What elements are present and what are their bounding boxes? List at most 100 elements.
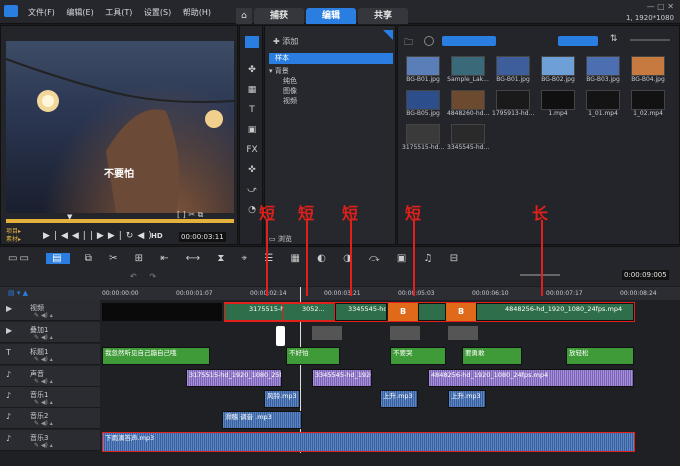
marker-icon[interactable]: ⇤ xyxy=(160,253,170,264)
track-controls[interactable]: ✎ ◀) ▴ xyxy=(34,442,53,449)
title-clip-3[interactable]: 不要哭 xyxy=(390,347,446,365)
library-item[interactable]: 3175515-hd... xyxy=(402,124,444,151)
library-thumbnail[interactable] xyxy=(406,124,440,144)
voice-clip-1[interactable]: 3175515-hd_1920_1080_25fps.m xyxy=(186,369,282,387)
score-fit-icon[interactable]: ♫ xyxy=(424,253,435,264)
menu-file[interactable]: 文件(F) xyxy=(28,7,55,18)
music1-clip-3[interactable]: 上升.mp3 xyxy=(448,390,486,408)
home-start-icon[interactable]: |◀ xyxy=(54,231,72,241)
tree-item-samples[interactable]: 样本 xyxy=(269,53,393,64)
library-item[interactable]: Sample_Lak... xyxy=(447,56,489,83)
multicam-icon[interactable]: ▦ xyxy=(291,253,302,264)
menu-edit[interactable]: 编辑(E) xyxy=(66,7,93,18)
view-toggle-buttons[interactable] xyxy=(558,36,598,46)
end-icon[interactable]: ▶| xyxy=(108,231,126,241)
library-thumbnail[interactable] xyxy=(631,56,665,76)
home-icon[interactable]: ⌂ xyxy=(236,8,252,24)
music2-clip-1[interactable]: 滑稽 调音 .mp3 xyxy=(222,411,302,429)
library-thumbnail[interactable] xyxy=(631,90,665,110)
tab-edit[interactable]: 编辑 xyxy=(306,8,356,24)
track-header[interactable]: ♪ 音乐1 ✎ ◀) ▴ xyxy=(0,387,100,408)
redo-icon[interactable]: ↷ xyxy=(149,272,156,281)
library-thumbnail[interactable] xyxy=(496,90,530,110)
filter-fx-icon[interactable]: FX xyxy=(246,140,258,160)
music3-clip-1[interactable]: 下雨滴答声.mp3 xyxy=(102,432,635,452)
title-clip-2[interactable]: 不好怕 xyxy=(286,347,340,365)
library-item[interactable]: 3345545-hd... xyxy=(447,124,489,151)
overlay-clip-marker[interactable] xyxy=(276,326,285,346)
track-controls[interactable]: ✎ ◀) ▴ xyxy=(34,312,53,319)
overlay-clip-1[interactable] xyxy=(312,326,342,340)
mode-switch[interactable]: 项目▸ 素材▸ xyxy=(6,228,21,244)
ripple-icon[interactable]: ⟷ xyxy=(186,253,202,264)
library-item[interactable]: 1.mp4 xyxy=(537,90,579,117)
menu-tools[interactable]: 工具(T) xyxy=(105,7,132,18)
split-screen-icon[interactable]: ⊟ xyxy=(450,253,460,264)
tree-item-solid[interactable]: 纯色 xyxy=(269,76,297,86)
music1-clip-1[interactable]: 风铃.mp3 xyxy=(264,390,300,408)
prev-frame-icon[interactable]: ◀| xyxy=(72,231,90,241)
track-controls[interactable]: ✎ ◀) ▴ xyxy=(34,420,53,427)
title-icon[interactable]: T xyxy=(246,100,258,120)
track-header[interactable]: ♪ 声音 ✎ ◀) ▴ xyxy=(0,366,100,387)
play-icon[interactable]: ▶ xyxy=(43,231,54,241)
record-icon[interactable] xyxy=(424,36,434,46)
library-thumbnail[interactable] xyxy=(541,56,575,76)
library-item[interactable]: BG-B05.jpg xyxy=(402,90,444,117)
library-thumbnail[interactable] xyxy=(451,124,485,144)
speed-icon[interactable]: ◔ xyxy=(246,200,258,220)
overlay-clip-2[interactable] xyxy=(390,326,420,340)
thumb-size-slider[interactable] xyxy=(630,39,670,41)
trim-markers[interactable]: [ ] ✂ ⧉ xyxy=(177,210,203,220)
color-grade-icon[interactable]: ◑ xyxy=(343,253,354,264)
path-icon[interactable]: ✜ xyxy=(246,160,258,180)
add-folder-button[interactable]: ✚ 添加 xyxy=(273,36,298,47)
library-thumbnail[interactable] xyxy=(451,90,485,110)
mask-icon[interactable]: ◐ xyxy=(317,253,328,264)
music1-clip-2[interactable]: 上升.mp3 xyxy=(380,390,418,408)
browse-button[interactable]: ▭ 浏览 xyxy=(269,234,292,244)
library-thumbnail[interactable] xyxy=(541,90,575,110)
library-thumbnail[interactable] xyxy=(406,56,440,76)
title-clip-1[interactable]: 我忽然听见自己蹦自己哦 xyxy=(102,347,210,365)
library-item[interactable]: BG-B01.jpg xyxy=(492,56,534,83)
track-header[interactable]: ♪ 音乐2 ✎ ◀) ▴ xyxy=(0,408,100,429)
tree-item-background[interactable]: ▾ 背景 xyxy=(269,66,297,76)
timeline-view-icon[interactable]: ▤ xyxy=(46,253,70,264)
menu-settings[interactable]: 设置(S) xyxy=(144,7,171,18)
media-filter-buttons[interactable] xyxy=(442,36,496,46)
mode-clip[interactable]: 素材▸ xyxy=(6,236,21,244)
mode-project[interactable]: 项目▸ xyxy=(6,228,21,236)
motion-track-icon[interactable]: ⌖ xyxy=(242,253,250,264)
library-item[interactable]: 1_01.mp4 xyxy=(582,90,624,117)
library-thumbnail[interactable] xyxy=(586,56,620,76)
group-icon[interactable]: ⊞ xyxy=(135,253,145,264)
graphic-icon[interactable]: ▣ xyxy=(246,120,258,140)
track-controls[interactable]: ✎ ◀) ▴ xyxy=(34,334,53,341)
track-header[interactable]: ▶ 叠加1 ✎ ◀) ▴ xyxy=(0,322,100,343)
title-clip-5[interactable]: 放轻松 xyxy=(566,347,634,365)
tab-share[interactable]: 共享 xyxy=(358,8,408,24)
voice-clip-3[interactable]: 4848256-hd_1920_1080_24fps.mp4 xyxy=(428,369,634,387)
library-item[interactable]: BG-B04.jpg xyxy=(627,56,669,83)
sort-icon[interactable]: ⇅ xyxy=(610,34,618,44)
video-black-clip[interactable] xyxy=(102,303,222,321)
library-thumbnail[interactable] xyxy=(451,56,485,76)
timeline-ruler[interactable]: ▤ ▾ ▲ 00:00:00:00 00:00:01:07 00:00:02:14 0… xyxy=(0,287,680,300)
library-item[interactable]: BG-B03.jpg xyxy=(582,56,624,83)
library-item[interactable]: 1795913-hd... xyxy=(492,90,534,117)
library-item[interactable]: BG-B02.jpg xyxy=(537,56,579,83)
folder-icon[interactable]: 🗀 xyxy=(404,35,413,51)
voice-clip-2[interactable]: 3345545-hd_1920... xyxy=(312,369,372,387)
library-item[interactable]: 1_02.mp4 xyxy=(627,90,669,117)
transition-icon[interactable]: ▦ xyxy=(246,80,258,100)
hd-toggle[interactable]: HD xyxy=(151,232,163,240)
track-controls[interactable]: ✎ ◀) ▴ xyxy=(34,378,53,385)
undo-icon[interactable]: ↶ xyxy=(130,272,137,281)
scrub-handle[interactable]: ▼ xyxy=(67,213,72,221)
track-header[interactable]: T 标题1 ✎ ◀) ▴ xyxy=(0,344,100,365)
library-thumbnail[interactable] xyxy=(406,90,440,110)
library-item[interactable]: 4848260-hd... xyxy=(447,90,489,117)
track-controls[interactable]: ✎ ◀) ▴ xyxy=(34,399,53,406)
3d-title-icon[interactable]: ▣ xyxy=(397,253,408,264)
